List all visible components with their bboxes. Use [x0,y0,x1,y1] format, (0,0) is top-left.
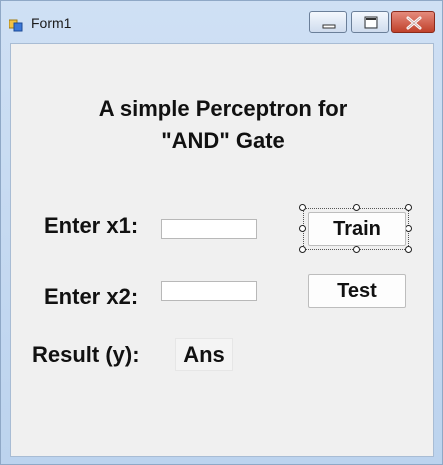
minimize-button[interactable] [309,11,347,33]
resize-handle[interactable] [299,246,306,253]
close-button[interactable] [391,11,435,33]
resize-handle[interactable] [299,204,306,211]
resize-handle[interactable] [353,246,360,253]
maximize-icon [364,16,378,29]
x1-label: Enter x1: [44,213,139,238]
resize-handle[interactable] [405,246,412,253]
window-title: Form1 [31,15,72,31]
minimize-icon [322,24,336,29]
result-label: Result (y): [32,342,140,367]
form-client-area: A simple Perceptron for "AND" Gate Enter… [10,43,434,457]
resize-handle[interactable] [299,225,306,232]
form-icon [8,17,23,32]
x2-label: Enter x2: [44,284,139,309]
maximize-button[interactable] [351,11,389,33]
result-value: Ans [175,338,233,371]
close-icon [406,16,422,30]
resize-handle[interactable] [405,204,412,211]
heading-line-1: A simple Perceptron for [98,96,348,121]
form-window: Form1 A simple Perceptron for "AND" Gate… [0,0,443,465]
x2-input[interactable] [161,281,257,301]
train-button[interactable]: Train [308,212,406,246]
resize-handle[interactable] [405,225,412,232]
resize-handle[interactable] [353,204,360,211]
test-button[interactable]: Test [308,274,406,308]
title-bar[interactable]: Form1 [1,1,442,45]
heading-line-2: "AND" Gate [161,128,285,153]
x1-input[interactable] [161,219,257,239]
